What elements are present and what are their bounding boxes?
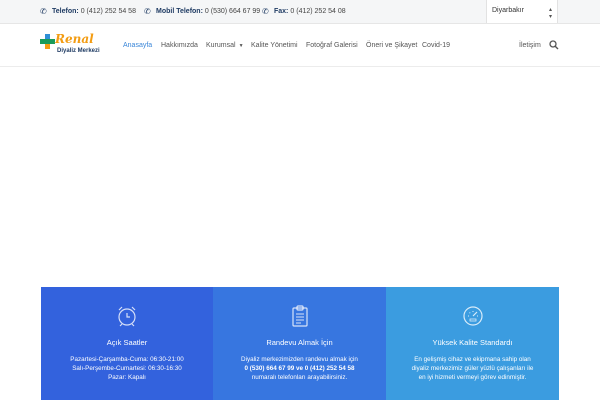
feature-box-hours: Açık Saatler Pazartesi-Çarşamba-Cuma: 06… <box>41 287 213 400</box>
mobile-label: Mobil Telefon: <box>156 8 203 15</box>
feature-phone-line[interactable]: 0 (530) 664 67 99 ve 0 (412) 252 54 58 <box>213 365 386 373</box>
feature-line: Pazartesi-Çarşamba-Cuma: 06:30-21:00 <box>70 356 184 363</box>
search-icon[interactable] <box>549 40 559 50</box>
fax-icon: ✆ <box>262 7 269 16</box>
nav-item-hakkimizda[interactable]: Hakkımızda <box>161 42 198 49</box>
alarm-clock-icon <box>118 306 136 327</box>
feature-line: Diyaliz merkezimizden randevu almak için <box>241 356 358 363</box>
phone-icon: ✆ <box>144 7 151 16</box>
feature-line: en iyi hizmeti vermeyi görev edinmiştir. <box>418 374 527 381</box>
feature-title: Yüksek Kalite Standardı <box>432 338 513 347</box>
feature-line: numaralı telefonları arayabilirsiniz. <box>251 374 348 381</box>
caret-down-icon: ▼ <box>238 43 244 49</box>
top-bar: ✆ Telefon: 0 (412) 252 54 58 ✆ Mobil Tel… <box>0 0 600 24</box>
fax-number: 0 (412) 252 54 08 <box>290 8 346 15</box>
mobile-contact[interactable]: ✆ Mobil Telefon: 0 (530) 664 67 99 <box>144 7 260 16</box>
chevron-down-icon: ▴ ▾ <box>548 7 552 20</box>
nav-item-anasayfa[interactable]: Anasayfa <box>123 42 152 49</box>
fax-label: Fax: <box>274 8 289 15</box>
mobile-number: 0 (530) 664 67 99 <box>204 8 261 15</box>
phone-label: Telefon: <box>52 8 79 15</box>
logo-cross-accent <box>45 44 50 49</box>
feature-title: Randevu Almak İçin <box>266 338 333 347</box>
nav-item-oneri-sikayet[interactable]: Öneri ve Şikayet <box>366 42 417 49</box>
nav-item-kalite-yonetimi[interactable]: Kalite Yönetimi <box>251 42 298 49</box>
clipboard-icon <box>291 305 308 327</box>
speedometer-icon <box>462 306 483 326</box>
phone-contact[interactable]: ✆ Telefon: 0 (412) 252 54 58 <box>40 7 136 16</box>
feature-box-appointment: Randevu Almak İçin Diyaliz merkezimizden… <box>213 287 386 400</box>
logo-subtitle: Diyaliz Merkezi <box>57 48 100 54</box>
feature-line: Pazar: Kapalı <box>108 374 146 381</box>
feature-line: Salı-Perşembe-Cumartesi: 06:30-16:30 <box>72 365 182 372</box>
phone-icon: ✆ <box>40 7 47 16</box>
nav-item-kurumsal-label: Kurumsal <box>206 42 236 49</box>
feature-box-quality: Yüksek Kalite Standardı En gelişmiş ciha… <box>386 287 559 400</box>
feature-line: En gelişmiş cihaz ve ekipmana sahip olan <box>414 356 531 363</box>
main-header: Renal Diyaliz Merkezi Anasayfa Hakkımızd… <box>0 24 600 67</box>
nav-item-iletisim[interactable]: İletişim <box>519 42 541 49</box>
nav-item-fotograf-galerisi[interactable]: Fotoğraf Galerisi <box>306 42 358 49</box>
city-select[interactable]: Diyarbakır ▴ ▾ <box>486 0 558 23</box>
nav-item-kurumsal[interactable]: Kurumsal ▼ <box>206 42 244 49</box>
logo-name: Renal <box>55 32 94 46</box>
feature-line: diyaliz merkezimiz güler yüzlü çalışanla… <box>411 365 534 372</box>
city-select-value: Diyarbakır <box>492 7 524 14</box>
logo[interactable]: Renal Diyaliz Merkezi <box>40 31 106 61</box>
fax-contact: ✆ Fax: 0 (412) 252 54 08 <box>262 7 346 16</box>
hero-slider <box>0 68 600 287</box>
nav-item-covid[interactable]: Covid-19 <box>422 42 450 49</box>
feature-title: Açık Saatler <box>106 338 148 347</box>
phone-number: 0 (412) 252 54 58 <box>80 8 136 15</box>
